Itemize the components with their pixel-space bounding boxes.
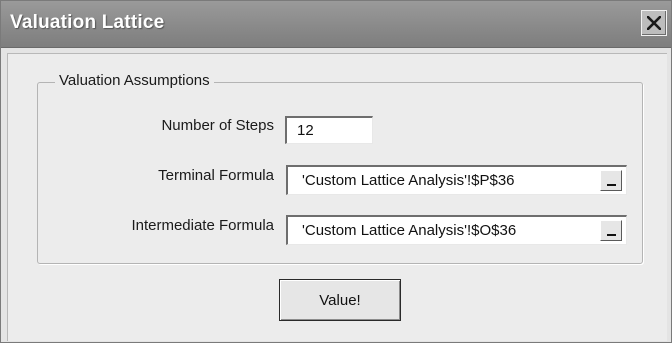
dialog-body: Valuation Assumptions Number of Steps 12… — [7, 53, 667, 341]
intermediate-formula-label: Intermediate Formula — [131, 217, 274, 234]
group-legend: Valuation Assumptions — [55, 72, 214, 89]
intermediate-formula-collapse-button[interactable] — [600, 220, 622, 241]
intermediate-formula-field[interactable]: 'Custom Lattice Analysis'!$O$36 — [286, 215, 627, 245]
close-icon — [647, 16, 661, 30]
terminal-formula-field[interactable]: 'Custom Lattice Analysis'!$P$36 — [286, 165, 627, 195]
window-title: Valuation Lattice — [10, 12, 165, 33]
title-bar[interactable]: Valuation Lattice — [1, 1, 671, 48]
close-button[interactable] — [641, 10, 667, 36]
terminal-formula-value: 'Custom Lattice Analysis'!$P$36 — [302, 172, 515, 189]
value-button[interactable]: Value! — [279, 279, 401, 321]
dialog-window: Valuation Lattice Valuation Assumptions … — [0, 0, 672, 343]
collapse-dialog-icon — [607, 184, 616, 186]
terminal-formula-collapse-button[interactable] — [600, 170, 622, 191]
intermediate-formula-value: 'Custom Lattice Analysis'!$O$36 — [302, 222, 517, 239]
terminal-formula-label: Terminal Formula — [158, 167, 274, 184]
number-of-steps-input[interactable]: 12 — [285, 116, 373, 144]
collapse-dialog-icon — [607, 234, 616, 236]
number-of-steps-label: Number of Steps — [161, 117, 274, 134]
